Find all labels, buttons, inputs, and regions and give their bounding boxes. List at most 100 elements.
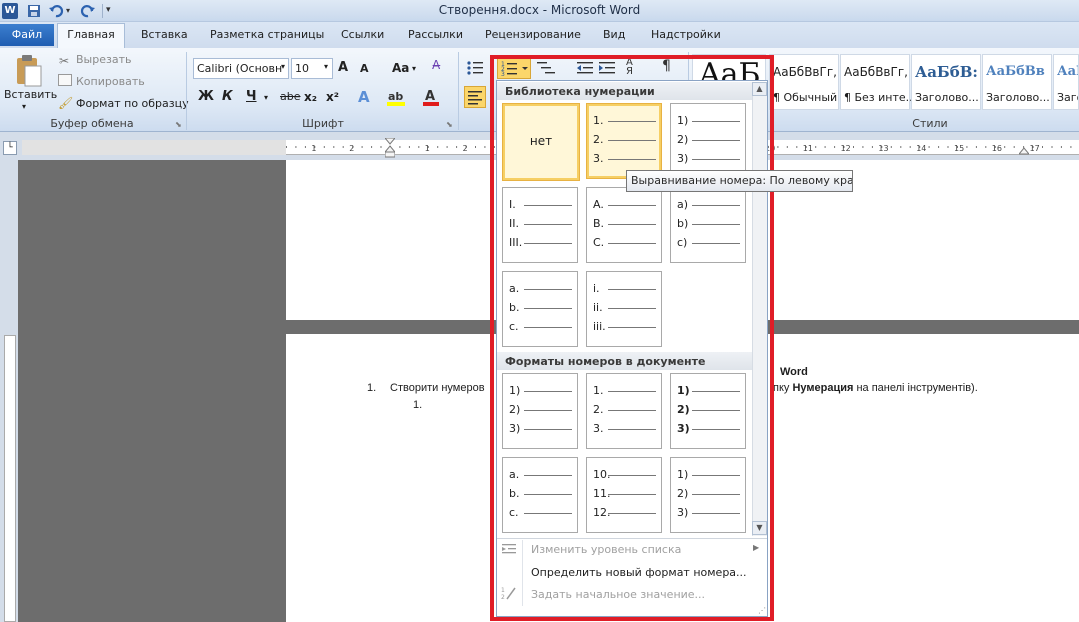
change-case-dropdown-icon[interactable]: ▾ bbox=[412, 64, 416, 73]
ruler-tick bbox=[437, 146, 439, 148]
shrink-font-button[interactable]: A bbox=[360, 62, 369, 75]
clear-formatting-icon[interactable]: A̶ bbox=[432, 58, 450, 78]
ruler-tick bbox=[399, 146, 401, 148]
ruler-label: 15 bbox=[954, 144, 964, 153]
tab-references[interactable]: Ссылки bbox=[341, 28, 384, 41]
paste-button[interactable]: Вставить bbox=[4, 88, 57, 101]
tab-mailings[interactable]: Рассылки bbox=[408, 28, 463, 41]
change-case-button[interactable]: Aa bbox=[392, 61, 409, 75]
superscript-button[interactable]: x² bbox=[326, 90, 339, 104]
ruler-tick bbox=[361, 146, 363, 148]
ruler-tick bbox=[890, 146, 892, 148]
underline-button[interactable]: Ч bbox=[246, 89, 257, 104]
ruler-tick bbox=[985, 146, 987, 148]
ruler-tick bbox=[446, 146, 448, 148]
ruler-tick bbox=[1051, 146, 1053, 148]
tab-selector-icon[interactable]: └ bbox=[3, 141, 17, 155]
font-color-icon[interactable]: A bbox=[422, 88, 440, 106]
indent-marker-icon[interactable] bbox=[383, 137, 397, 158]
doc-item1-text-end: пку Нумерация на панелі інструментів). bbox=[773, 382, 978, 394]
ruler-label: 16 bbox=[992, 144, 1002, 153]
ruler-margin-left bbox=[22, 140, 286, 155]
ruler-tick bbox=[928, 146, 930, 148]
underline-dropdown-icon[interactable]: ▾ bbox=[264, 93, 268, 102]
style-tile-normal[interactable]: АаБбВвГг, ¶ Обычный bbox=[769, 54, 839, 110]
font-launcher-icon[interactable]: ⬊ bbox=[446, 120, 453, 129]
ruler-tick bbox=[342, 146, 344, 148]
ruler-tick bbox=[796, 146, 798, 148]
ruler-label: 14 bbox=[916, 144, 926, 153]
copy-button[interactable]: Копировать bbox=[76, 75, 145, 88]
highlight-icon[interactable]: ab bbox=[386, 88, 408, 106]
paste-icon[interactable] bbox=[8, 54, 46, 88]
style-tile-no-spacing[interactable]: АаБбВвГг, ¶ Без инте... bbox=[840, 54, 916, 110]
group-divider bbox=[186, 52, 187, 130]
cut-button[interactable]: Вырезать bbox=[76, 53, 131, 66]
style-sample: АаБбВв bbox=[986, 64, 1045, 79]
ruler-label: 2 bbox=[349, 144, 354, 153]
ruler-tick bbox=[862, 146, 864, 148]
ruler-tick bbox=[304, 146, 306, 148]
vertical-ruler-active[interactable] bbox=[4, 335, 16, 622]
svg-text:A: A bbox=[425, 89, 435, 104]
ruler-tick bbox=[286, 146, 287, 148]
align-left-button[interactable] bbox=[464, 86, 486, 108]
ruler-label: 11 bbox=[803, 144, 813, 153]
ruler-tick bbox=[418, 146, 420, 148]
ruler-label: 13 bbox=[878, 144, 888, 153]
ruler-tick bbox=[853, 146, 854, 148]
style-sample: АаБбВвГг, bbox=[773, 65, 837, 79]
ruler-tick bbox=[900, 146, 902, 148]
style-sample: АаБбВвГг, bbox=[844, 65, 908, 79]
style-sample: АаБбВ: bbox=[915, 63, 978, 81]
style-tile-heading2[interactable]: АаБбВв Заголово... bbox=[982, 54, 1052, 110]
doc-item1-pre: пку bbox=[773, 382, 793, 394]
ruler-tick bbox=[1042, 146, 1043, 148]
ruler-tick bbox=[871, 146, 873, 148]
style-sample: АаБ bbox=[1057, 64, 1078, 79]
styles-group-label: Стили bbox=[912, 117, 948, 130]
ruler-tick bbox=[323, 146, 325, 148]
format-painter-button[interactable]: Формат по образцу bbox=[76, 97, 189, 110]
italic-button[interactable]: К bbox=[222, 89, 233, 104]
style-name: ¶ Без инте... bbox=[844, 91, 917, 104]
tab-review[interactable]: Рецензирование bbox=[485, 28, 581, 41]
svg-text:ab: ab bbox=[388, 90, 403, 103]
tab-view[interactable]: Вид bbox=[603, 28, 625, 41]
clipboard-launcher-icon[interactable]: ⬊ bbox=[175, 120, 182, 129]
ruler-tick bbox=[938, 146, 940, 148]
ruler-tick bbox=[484, 146, 486, 148]
style-tile-heading3[interactable]: АаБ Заго bbox=[1053, 54, 1079, 110]
doc-item1-bold: Нумерация bbox=[792, 382, 854, 394]
ruler-tick bbox=[786, 146, 788, 148]
tab-file[interactable]: Файл bbox=[0, 24, 54, 46]
style-tile-heading1[interactable]: АаБбВ: Заголово... bbox=[911, 54, 981, 110]
bold-button[interactable]: Ж bbox=[198, 89, 214, 104]
ruler-tick bbox=[475, 146, 476, 148]
font-name-dropdown-icon[interactable]: ▾ bbox=[281, 62, 285, 71]
bullets-icon[interactable] bbox=[466, 60, 484, 76]
ruler-tick bbox=[975, 146, 977, 148]
tab-insert[interactable]: Вставка bbox=[141, 28, 188, 41]
style-name: Заго bbox=[1057, 91, 1078, 104]
font-group-label: Шрифт bbox=[302, 117, 344, 130]
grow-font-button[interactable]: A bbox=[338, 60, 348, 75]
tab-page-layout[interactable]: Разметка страницы bbox=[210, 28, 324, 41]
strikethrough-button[interactable]: abe bbox=[280, 90, 301, 103]
subscript-button[interactable]: x₂ bbox=[304, 90, 317, 104]
font-size-dropdown-icon[interactable]: ▾ bbox=[324, 62, 328, 71]
text-effects-icon[interactable]: A bbox=[358, 88, 370, 106]
font-name-combo[interactable]: Calibri (Основн bbox=[193, 58, 289, 79]
ruler-label: 17 bbox=[1030, 144, 1040, 153]
tab-home[interactable]: Главная bbox=[57, 23, 125, 48]
ruler-tick bbox=[371, 146, 373, 148]
ruler-tick bbox=[1004, 146, 1006, 148]
window-title: Створення.docx - Microsoft Word bbox=[438, 3, 641, 17]
ruler-label: 1 bbox=[311, 144, 316, 153]
doc-item1-number: 1. bbox=[367, 382, 377, 394]
ruler-tick bbox=[1070, 146, 1072, 148]
paste-dropdown-icon[interactable]: ▾ bbox=[22, 102, 26, 111]
right-indent-marker-icon[interactable] bbox=[1017, 145, 1031, 155]
tab-addins[interactable]: Надстройки bbox=[651, 28, 721, 41]
doc-item1-text-start: Створити нумеров bbox=[390, 382, 485, 394]
